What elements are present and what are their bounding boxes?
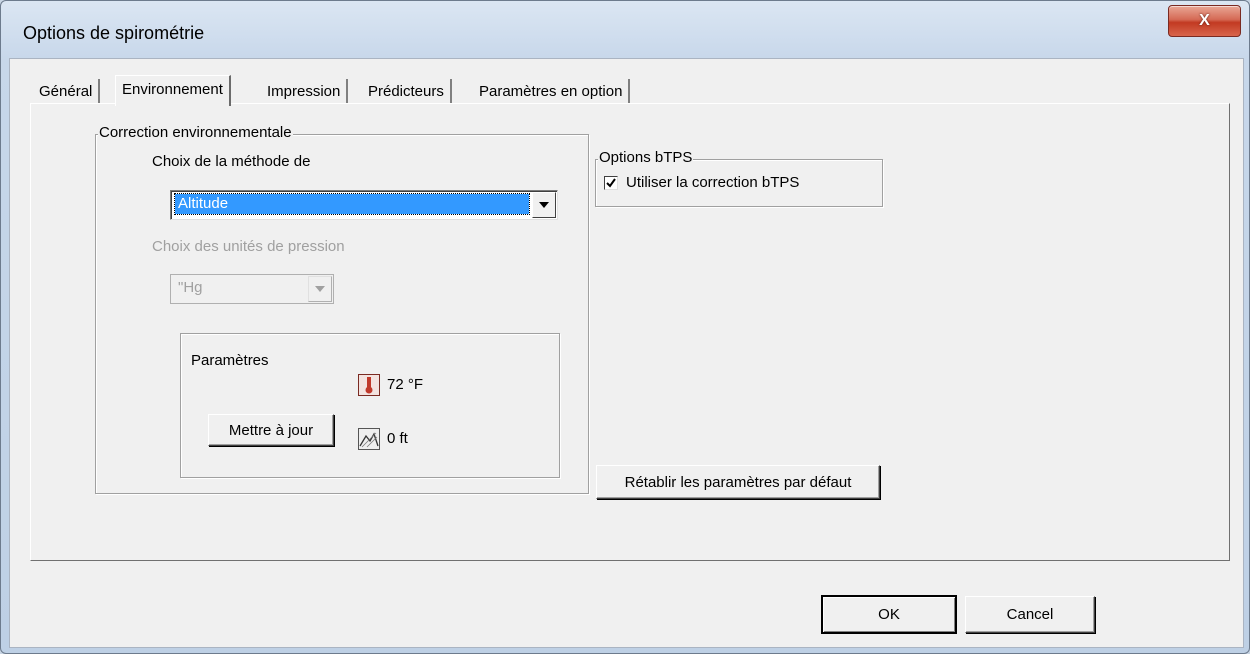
tab-label: Impression: [267, 83, 341, 100]
environnement-tab-panel: Correction environnementale Choix de la …: [30, 103, 1230, 561]
method-label: Choix de la méthode de: [152, 153, 311, 170]
btps-options-legend: Options bTPS: [598, 149, 694, 166]
env-correction-group: Correction environnementale Choix de la …: [95, 124, 589, 494]
cancel-button-label: Cancel: [1006, 606, 1054, 623]
ok-button[interactable]: OK: [822, 596, 956, 633]
update-button-label: Mettre à jour: [228, 421, 314, 439]
altitude-value: 0 ft: [387, 430, 408, 447]
dialog-window: Options de spirométrie X Général Environ…: [0, 0, 1250, 654]
btps-options-group: Options bTPS Utiliser la correction bTPS: [595, 149, 883, 207]
tab-impression[interactable]: Impression: [261, 79, 349, 104]
update-button[interactable]: Mettre à jour: [208, 414, 334, 446]
pressure-units-dropdown[interactable]: "Hg: [170, 274, 334, 304]
env-correction-legend: Correction environnementale: [98, 124, 293, 141]
cancel-button[interactable]: Cancel: [965, 596, 1095, 633]
pressure-units-value: "Hg: [178, 279, 203, 296]
tab-label: Paramètres en option: [479, 83, 623, 100]
method-value: Altitude: [174, 193, 530, 215]
tab-label: Environnement: [122, 81, 223, 98]
parametres-title: Paramètres: [191, 352, 269, 369]
close-button[interactable]: X: [1168, 5, 1241, 37]
window-title: Options de spirométrie: [23, 23, 205, 43]
parametres-box: Paramètres 72 °F Mettre à jour 0 ft: [180, 333, 560, 478]
tab-parametres-en-option[interactable]: Paramètres en option: [473, 79, 631, 104]
btps-checkbox-label[interactable]: Utiliser la correction bTPS: [626, 174, 799, 191]
altitude-icon: [358, 428, 380, 450]
checkmark-icon: [606, 178, 616, 188]
tab-predicteurs[interactable]: Prédicteurs: [362, 79, 452, 104]
tab-environnement[interactable]: Environnement: [115, 75, 231, 106]
chevron-down-icon: [539, 202, 549, 208]
tab-label: Général: [39, 83, 93, 100]
pressure-units-label: Choix des unités de pression: [152, 238, 345, 255]
chevron-down-icon: [315, 286, 325, 292]
restore-defaults-label: Rétablir les paramètres par défaut: [624, 473, 852, 491]
dropdown-arrow[interactable]: [532, 192, 556, 218]
close-icon: X: [1199, 12, 1210, 29]
method-dropdown[interactable]: Altitude: [170, 190, 558, 220]
thermometer-icon: [358, 374, 380, 396]
restore-defaults-button[interactable]: Rétablir les paramètres par défaut: [596, 465, 880, 499]
dropdown-arrow[interactable]: [308, 276, 332, 302]
tab-label: Prédicteurs: [368, 83, 444, 100]
temperature-value: 72 °F: [387, 376, 424, 393]
tab-general[interactable]: Général: [33, 79, 101, 104]
btps-checkbox[interactable]: [604, 176, 618, 190]
dialog-client-area: Général Environnement Impression Prédict…: [9, 58, 1244, 648]
ok-button-label: OK: [878, 606, 900, 623]
